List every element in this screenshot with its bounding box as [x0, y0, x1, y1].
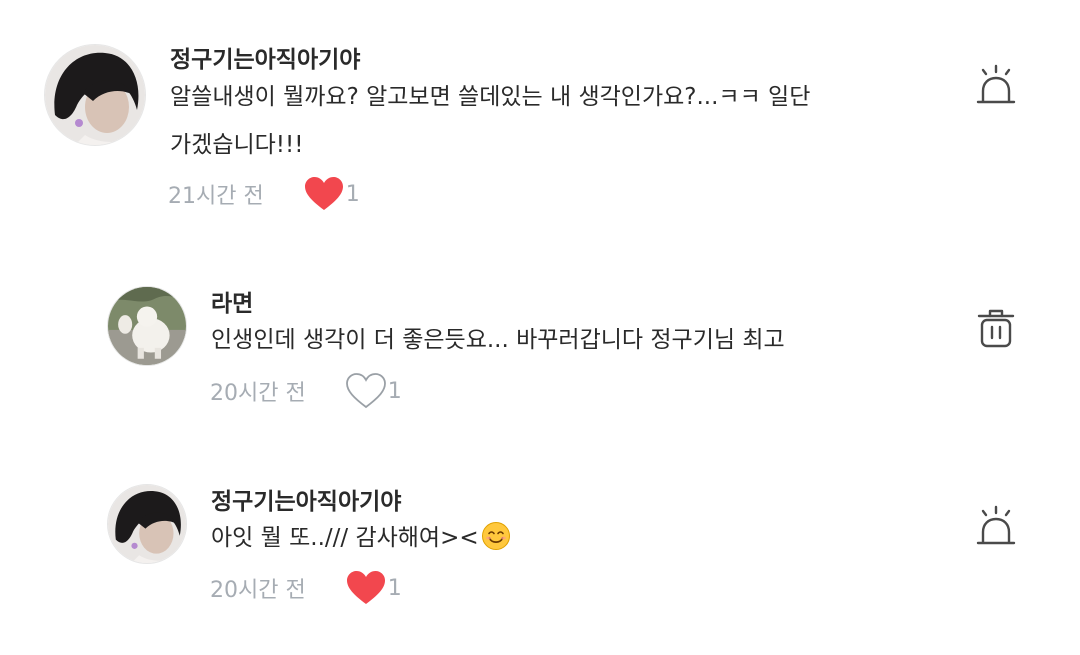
comment-text-line: 알쓸내생이 뭘까요? 알고보면 쓸데있는 내 생각인가요?...ㅋㅋ 일단	[170, 84, 811, 110]
heart-filled-icon	[346, 571, 385, 604]
avatar-photo	[108, 485, 186, 563]
comment-text: 인생인데 생각이 더 좋은듯요... 바꾸러갑니다 정구기님 최고	[211, 316, 785, 364]
comment-author[interactable]: 라면	[211, 284, 253, 318]
comment-text-content: 아잇 뭘 또../// 감사해여><	[211, 525, 479, 551]
comment-text-line: 가겠습니다!!!	[170, 132, 304, 158]
heart-outline-icon	[345, 373, 386, 409]
report-button[interactable]	[973, 503, 1019, 549]
avatar[interactable]	[107, 286, 187, 366]
avatar-photo	[45, 45, 145, 145]
comment-author[interactable]: 정구기는아직아기야	[211, 482, 401, 516]
like-count: 1	[387, 575, 402, 601]
heart-filled-icon	[304, 177, 343, 210]
like-button[interactable]: 1	[304, 176, 360, 212]
like-count: 1	[345, 181, 360, 207]
comment-text-line: 인생인데 생각이 더 좋은듯요... 바꾸러갑니다 정구기님 최고	[211, 327, 785, 353]
comment-meta: 20시간 전 1	[210, 568, 402, 608]
comment-meta: 20시간 전 1	[210, 371, 402, 411]
avatar[interactable]	[44, 44, 146, 146]
like-count: 1	[387, 378, 402, 404]
delete-button[interactable]	[973, 305, 1019, 351]
comment-text: 알쓸내생이 뭘까요? 알고보면 쓸데있는 내 생각인가요?...ㅋㅋ 일단 가겠…	[170, 73, 810, 169]
smiling-face-emoji	[481, 522, 510, 550]
comment-time: 20시간 전	[210, 381, 306, 406]
avatar[interactable]	[107, 484, 187, 564]
comment-time: 21시간 전	[168, 184, 264, 209]
report-icon	[976, 505, 1016, 545]
like-button[interactable]: 1	[346, 570, 402, 606]
like-button[interactable]: 1	[345, 373, 402, 409]
report-button[interactable]	[973, 62, 1019, 108]
comment-text-line: 아잇 뭘 또../// 감사해여><	[211, 514, 511, 562]
comment-meta: 21시간 전 1	[168, 174, 360, 214]
comment-text: 아잇 뭘 또../// 감사해여><	[211, 514, 511, 562]
comment-time: 20시간 전	[210, 578, 306, 603]
avatar-photo	[108, 287, 186, 365]
comment-author[interactable]: 정구기는아직아기야	[170, 40, 360, 74]
trash-icon	[977, 309, 1015, 348]
report-icon	[976, 64, 1016, 104]
